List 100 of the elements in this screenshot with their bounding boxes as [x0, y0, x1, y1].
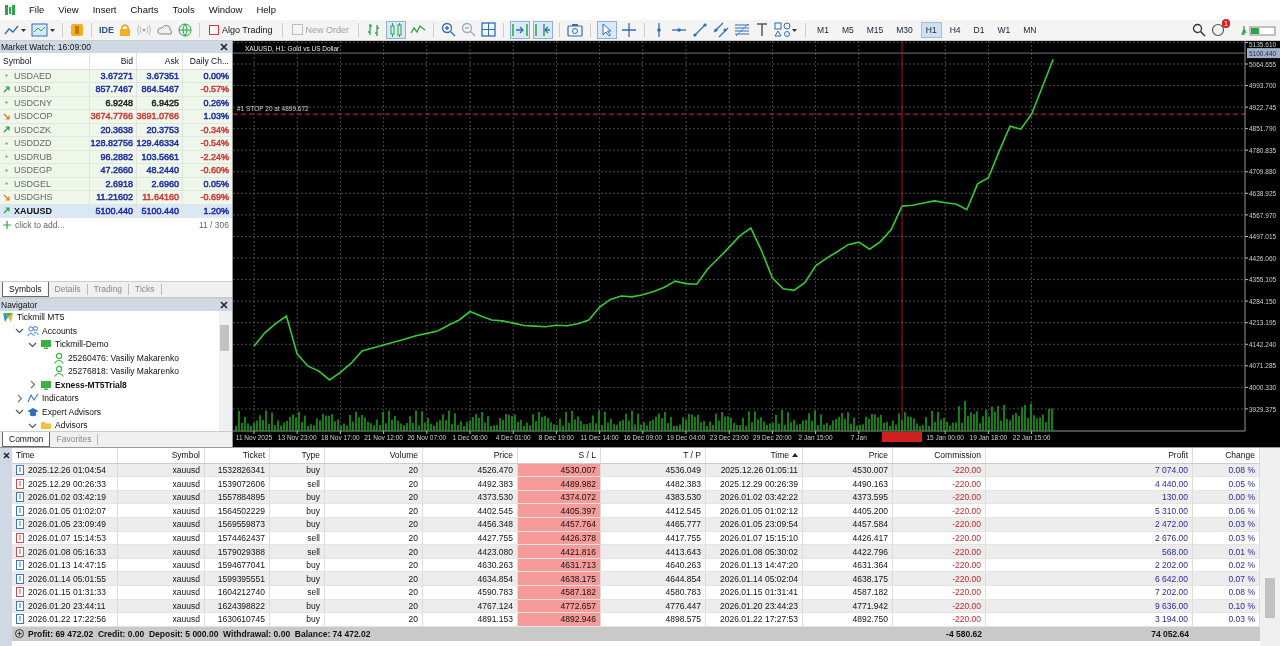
column-header[interactable]: Bid: [90, 52, 137, 69]
column-header[interactable]: Time: [12, 447, 118, 463]
algo-trading-button[interactable]: Algo Trading: [207, 24, 275, 35]
tree-item[interactable]: Advisors: [55, 420, 88, 431]
table-row[interactable]: 2026.01.22 17:22:56 xauusd 1630610745 buy 20 4891.153 4892.946 4898.575 2026.01.22 17:27:53 4892.750 -220.00 3 194.00 0.03 %: [12, 613, 1260, 627]
column-header[interactable]: Time: [706, 447, 803, 463]
chart-shift-icon[interactable]: [534, 21, 553, 38]
symbol-row[interactable]: USDCOP 3674.7766 3691.0766 1.03%: [0, 110, 232, 124]
timeframe-button[interactable]: W1: [993, 22, 1015, 37]
tree-item[interactable]: Accounts: [42, 325, 77, 336]
cursor-icon[interactable]: [598, 21, 617, 38]
timeframe-button[interactable]: M1: [813, 22, 833, 37]
table-cell: 2026.01.08 05:16:33: [28, 546, 106, 557]
timeframe-button[interactable]: M30: [892, 22, 917, 37]
table-cell: 568.00: [986, 545, 1193, 558]
timeframe-button[interactable]: H1: [921, 22, 941, 37]
column-header[interactable]: Commission: [893, 447, 986, 463]
zoom-out-icon[interactable]: [461, 22, 477, 38]
table-cell: 2026.01.15 01:31:33: [28, 587, 106, 598]
bid-price: 857.7467: [90, 83, 137, 96]
symbol-name: USDAED: [14, 70, 52, 81]
close-icon[interactable]: [220, 300, 228, 309]
close-icon[interactable]: [220, 42, 228, 51]
ide-button[interactable]: IDE: [99, 24, 114, 35]
column-header[interactable]: Price: [803, 447, 893, 463]
menu-item[interactable]: File: [22, 4, 52, 16]
tree-item[interactable]: Tickmill MT5: [17, 312, 65, 323]
table-row[interactable]: 2025.12.29 00:26:33 xauusd 1539072606 sell 20 4492.383 4489.982 4482.383 2025.12.29 00:26:39 4490.163 -220.00 4 440.00 0.05 %: [12, 477, 1260, 491]
search-icon[interactable]: [1192, 22, 1206, 37]
column-header[interactable]: Symbol: [118, 447, 205, 463]
zoom-in-icon[interactable]: [441, 22, 457, 38]
column-header[interactable]: Profit: [986, 447, 1193, 463]
menu-item[interactable]: Window: [201, 4, 250, 16]
symbol-row[interactable]: USDCLP 857.7467 864.5467 -0.57%: [0, 83, 232, 97]
shapes-icon[interactable]: [774, 21, 799, 38]
table-cell: 2 202.00: [986, 558, 1193, 572]
menu-item[interactable]: Help: [249, 4, 283, 16]
chevron-right-icon[interactable]: [15, 393, 24, 403]
panel-tab[interactable]: Symbols: [2, 281, 49, 297]
trendline-icon[interactable]: [692, 21, 709, 38]
window-icon[interactable]: [31, 22, 55, 37]
candlestick-icon[interactable]: [387, 21, 406, 38]
bid-price: 47.2660: [90, 164, 137, 177]
tree-item[interactable]: Tickmill-Demo: [55, 339, 109, 350]
column-header[interactable]: T / P: [601, 447, 706, 463]
text-tool-icon[interactable]: [755, 22, 770, 38]
panel-tab[interactable]: Common: [2, 431, 51, 447]
column-header[interactable]: Price: [423, 447, 518, 463]
table-row[interactable]: 2026.01.05 23:09:49 xauusd 1569559873 buy 20 4456.348 4457.764 4465.777 2026.01.05 23:09:54 4457.584 -220.00 2 472.00 0.03 %: [12, 518, 1260, 532]
table-row[interactable]: 2026.01.15 01:31:33 xauusd 1604212740 sell 20 4590.783 4587.182 4580.783 2026.01.15 01:31:41 4587.182 -220.00 7 202.00 0.08 %: [12, 586, 1260, 600]
symbol-name: USDDZD: [14, 138, 52, 149]
column-header[interactable]: Type: [270, 447, 325, 463]
menu-item[interactable]: Tools: [165, 4, 202, 16]
scrollbar[interactable]: [219, 310, 232, 431]
menu-item[interactable]: Charts: [123, 4, 166, 16]
plus-icon[interactable]: [3, 220, 11, 229]
chevron-down-icon[interactable]: [15, 407, 24, 417]
tree-item[interactable]: 25276818: Vasiliy Makarenko: [68, 366, 179, 377]
bid-price: 96.2882: [90, 150, 137, 164]
column-header[interactable]: S / L: [518, 447, 601, 463]
tree-item[interactable]: Exness-MT5Trial8: [55, 379, 127, 390]
column-header[interactable]: Daily Ch...: [183, 52, 232, 69]
account-summary: Profit: 69 472.02 Credit: 0.00 Deposit: 5 000.00 Withdrawal: 0.00 Balance: 74 472.02: [28, 628, 371, 639]
add-symbol-link[interactable]: click to add...: [15, 219, 65, 230]
symbol-row[interactable]: USDDZD 128.82756 129.46334 -0.54%: [0, 137, 232, 151]
chevron-right-icon[interactable]: [28, 380, 37, 390]
expand-icon[interactable]: [15, 629, 24, 639]
tree-item[interactable]: Expert Advisors: [42, 406, 102, 417]
chat-bubble-icon[interactable]: [1211, 22, 1225, 37]
column-header[interactable]: Ticket: [205, 447, 270, 463]
close-icon[interactable]: [2, 451, 10, 459]
timeframe-button[interactable]: H4: [945, 22, 965, 37]
crosshair-icon[interactable]: [621, 21, 638, 38]
timeframe-button[interactable]: MN: [1019, 22, 1041, 37]
symbol-row[interactable]: USDGHS 11.21602 11.64160 -0.69%: [0, 191, 232, 205]
symbol-row[interactable]: USDEGP 47.2660 48.2440 -0.60%: [0, 164, 232, 178]
table-row[interactable]: 2026.01.14 05:01:55 xauusd 1599395551 buy 20 4634.854 4638.175 4644.854 2026.01.14 05:02:04 4638.175 -220.00 6 642.00 0.07 %: [12, 572, 1260, 586]
column-header[interactable]: Ask: [137, 52, 183, 69]
timeframe-button[interactable]: M5: [837, 22, 858, 37]
grid-icon[interactable]: [481, 22, 497, 38]
tree-item[interactable]: 25260476: Vasiliy Makarenko: [68, 352, 179, 363]
coin-icon[interactable]: [70, 22, 84, 37]
chevron-down-icon[interactable]: [15, 326, 24, 336]
table-cell: 20: [325, 545, 423, 558]
channel-icon[interactable]: [713, 21, 730, 38]
autoscroll-icon[interactable]: [511, 21, 530, 38]
globe-icon[interactable]: [178, 22, 192, 37]
menu-item[interactable]: Insert: [85, 4, 124, 16]
table-cell: 1532826341: [205, 463, 270, 477]
menu-item[interactable]: View: [51, 4, 86, 16]
cloud-icon[interactable]: [157, 22, 173, 37]
scrollbar[interactable]: [1260, 447, 1280, 646]
tree-item[interactable]: Indicators: [42, 393, 79, 404]
table-row[interactable]: 2026.01.08 05:16:33 xauusd 1579029388 sell 20 4423.080 4421.816 4413.643 2026.01.08 05:30:02 4422.796 -220.00 568.00 0.01 %: [12, 545, 1260, 559]
column-header[interactable]: Symbol: [0, 52, 90, 69]
column-header[interactable]: Volume: [325, 447, 423, 463]
timeframe-button[interactable]: D1: [969, 22, 989, 37]
camera-icon[interactable]: [567, 22, 584, 38]
fibonacci-icon[interactable]: [734, 21, 751, 38]
timeframe-button[interactable]: M15: [862, 22, 888, 37]
